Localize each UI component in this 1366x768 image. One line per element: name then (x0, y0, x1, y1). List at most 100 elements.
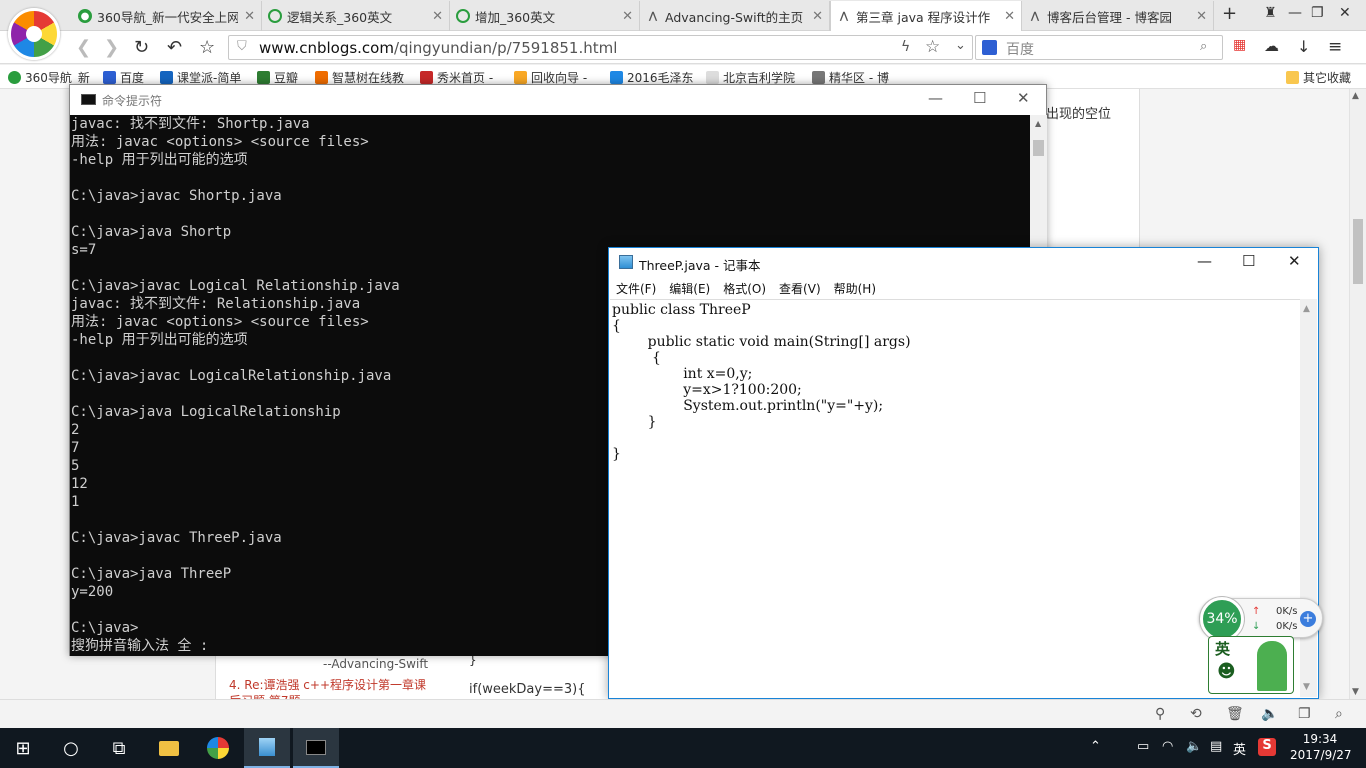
xiumi-icon (420, 71, 433, 84)
show-hidden-icons[interactable]: ⌃ (1090, 739, 1101, 754)
360-browser-logo[interactable] (8, 8, 60, 60)
scrollbar-thumb[interactable] (1353, 219, 1363, 284)
ketangpai-icon (160, 71, 173, 84)
zoom-icon[interactable]: ⌕ (1335, 706, 1343, 722)
notepad-taskbar-icon[interactable] (244, 728, 290, 768)
comment-link[interactable]: 4. Re:谭浩强 c++程序设计第一章课 (229, 676, 426, 693)
tab-logic-relation[interactable]: 逻辑关系_360英文 ✕ (262, 1, 450, 31)
menu-format[interactable]: 格式(O) (722, 277, 772, 298)
search-box[interactable]: 百度 ⌕ (975, 35, 1223, 60)
cmd-titlebar[interactable]: 命令提示符 — ☐ ✕ (70, 85, 1046, 115)
tab-favicon-icon: ● (78, 9, 92, 23)
other-bookmarks[interactable]: 其它收藏 (1286, 69, 1351, 86)
close-icon[interactable]: ✕ (1017, 89, 1030, 107)
volume-icon[interactable]: 🔈 (1186, 739, 1202, 754)
menu-file[interactable]: 文件(F) (615, 277, 662, 298)
close-tab-icon[interactable]: ✕ (812, 9, 823, 24)
maximize-icon[interactable]: ☐ (1242, 252, 1255, 270)
tab-360-nav[interactable]: ● 360导航_新一代安全上网 ✕ (72, 1, 262, 31)
doc-icon (610, 71, 623, 84)
system-clock[interactable]: 19:34 2017/9/27 (1290, 731, 1352, 763)
ime-indicator[interactable]: 英 (1233, 739, 1246, 758)
close-window-icon[interactable]: ✕ (1339, 5, 1351, 21)
pin-icon[interactable]: ⚲ (1155, 706, 1165, 722)
window-icon[interactable]: ❐ (1298, 706, 1311, 722)
bookmark-label: 其它收藏 (1303, 71, 1352, 85)
close-tab-icon[interactable]: ✕ (432, 9, 443, 24)
tab-chapter-three[interactable]: ⋀ 第三章 java 程序设计作 ✕ (830, 1, 1022, 32)
chevron-down-icon[interactable]: ⌄ (955, 38, 966, 53)
menu-view[interactable]: 查看(V) (778, 277, 827, 298)
minimize-icon[interactable]: — (928, 89, 943, 107)
page-scrollbar[interactable] (1349, 89, 1366, 699)
scroll-up-icon[interactable]: ▲ (1352, 91, 1359, 101)
menu-icon[interactable]: ≡ (1328, 37, 1342, 57)
volume-icon[interactable]: 🔈 (1261, 706, 1278, 722)
shirt-icon[interactable]: ♜ (1264, 5, 1277, 21)
close-tab-icon[interactable]: ✕ (1196, 9, 1207, 24)
tab-label: 增加_360英文 (475, 9, 556, 25)
address-toolbar: ❮ ❯ ↻ ↶ ☆ ⛉ www.cnblogs.com/qingyundian/… (0, 31, 1366, 64)
favorite-star-icon[interactable]: ☆ (199, 37, 215, 58)
close-tab-icon[interactable]: ✕ (1004, 9, 1015, 24)
back-icon[interactable]: ❮ (76, 37, 91, 58)
task-view-icon[interactable]: ⧉ (96, 728, 142, 768)
blog-text-fragment: 出现的空位 (1046, 107, 1112, 122)
forward-icon[interactable]: ❯ (104, 37, 119, 58)
clock-date: 2017/9/27 (1290, 748, 1352, 762)
download-icon[interactable]: ↓ (1297, 37, 1310, 56)
windows-start-icon[interactable]: ⊞ (0, 728, 46, 768)
minimize-icon[interactable]: — (1197, 252, 1212, 270)
restore-icon[interactable]: ❐ (1311, 5, 1324, 21)
scroll-up-icon[interactable]: ▲ (1303, 304, 1310, 314)
close-tab-icon[interactable]: ✕ (622, 9, 633, 24)
notification-icon[interactable]: ▤ (1210, 739, 1222, 754)
menu-help[interactable]: 帮助(H) (833, 277, 882, 298)
network-speed-widget[interactable]: 34% ↑ 0K/s ↓ 0K/s + (1199, 597, 1323, 641)
comment-link-continued[interactable]: 后习题 第7题 (229, 692, 300, 699)
battery-icon[interactable]: ▭ (1137, 739, 1149, 754)
minimize-icon[interactable]: — (1288, 5, 1302, 21)
close-tab-icon[interactable]: ✕ (244, 9, 255, 24)
url-bar[interactable]: ⛉ www.cnblogs.com/qingyundian/p/7591851.… (228, 35, 973, 60)
cortana-search-icon[interactable]: ○ (48, 728, 94, 768)
maximize-icon[interactable]: ☐ (973, 89, 986, 107)
memory-percent-badge[interactable]: 34% (1200, 597, 1244, 641)
cmd-title: 命令提示符 (102, 94, 163, 108)
clock-time: 19:34 (1302, 732, 1338, 746)
file-explorer-icon[interactable] (146, 728, 192, 768)
tab-label: 逻辑关系_360英文 (287, 9, 393, 25)
console-line: C:\java>javac Shortp.java (71, 188, 282, 204)
tab-add[interactable]: 增加_360英文 ✕ (450, 1, 640, 31)
scrollbar-thumb[interactable] (1033, 140, 1044, 156)
tab-blog-admin[interactable]: ⋀ 博客后台管理 - 博客园 ✕ (1022, 1, 1214, 31)
apps-grid-icon[interactable]: ▦ (1233, 37, 1246, 53)
trash-icon[interactable]: 🗑 (1226, 706, 1244, 722)
cmd-taskbar-icon[interactable] (293, 728, 339, 768)
plus-icon[interactable]: + (1300, 611, 1316, 627)
scroll-up-icon[interactable]: ▲ (1035, 119, 1041, 128)
close-icon[interactable]: ✕ (1288, 252, 1301, 270)
scroll-down-icon[interactable]: ▼ (1303, 682, 1310, 692)
new-tab-icon[interactable]: + (1222, 3, 1237, 24)
speed-dial-icon[interactable]: ⟲ (1190, 706, 1202, 722)
sogou-icon[interactable]: S (1258, 738, 1276, 756)
cloud-icon[interactable]: ☁ (1264, 37, 1279, 55)
lightning-icon[interactable]: ϟ (901, 39, 910, 55)
zhihuishu-icon (315, 71, 328, 84)
360-browser-taskbar-icon[interactable] (195, 728, 241, 768)
notepad-titlebar[interactable]: ThreeP.java - 记事本 — ☐ ✕ (609, 248, 1318, 277)
refresh-icon[interactable]: ↻ (134, 37, 149, 58)
scroll-down-icon[interactable]: ▼ (1352, 687, 1359, 697)
search-icon[interactable]: ⌕ (1200, 39, 1207, 54)
ime-skin-widget[interactable]: 英 ☻ (1208, 636, 1294, 694)
notepad-text-area[interactable]: public class ThreeP { public static void… (610, 299, 1300, 697)
comment-author: --Advancing-Swift (323, 657, 429, 671)
undo-close-icon[interactable]: ↶ (167, 37, 182, 58)
bookmark-star-icon[interactable]: ☆ (925, 37, 940, 57)
wifi-icon[interactable]: ◠ (1162, 739, 1173, 754)
tab-favicon-icon (268, 9, 282, 23)
menu-edit[interactable]: 编辑(E) (668, 277, 716, 298)
tab-advancing-swift[interactable]: ⋀ Advancing-Swift的主页 ✕ (640, 1, 830, 31)
